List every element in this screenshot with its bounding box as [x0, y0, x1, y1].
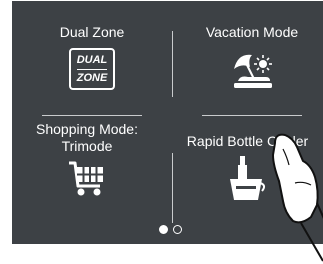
horizontal-divider	[202, 115, 302, 116]
shopping-cart-icon	[69, 161, 103, 196]
page-dot-1[interactable]	[159, 225, 168, 234]
vacation-mode-label: Vacation Mode	[205, 24, 299, 40]
page-dot-2[interactable]	[173, 225, 182, 234]
vertical-divider	[172, 31, 173, 97]
page-indicator	[159, 225, 182, 234]
bottle-ice-bucket-icon	[230, 156, 266, 200]
shopping-mode-tile[interactable]: Shopping Mode: Trimode	[12, 121, 162, 200]
dual-zone-icon-text-top: DUAL	[76, 53, 108, 66]
dual-zone-icon: DUAL ZONE	[69, 48, 115, 90]
shopping-mode-label-line1: Shopping Mode:	[36, 121, 138, 137]
rapid-bottle-cooler-label: Rapid Bottle Cooler	[186, 133, 309, 149]
dual-zone-icon-text-bottom: ZONE	[76, 71, 108, 84]
dual-zone-icon-rule	[77, 68, 107, 70]
vacation-mode-tile[interactable]: Vacation Mode	[177, 24, 323, 91]
shopping-mode-label-line2: Trimode	[61, 138, 113, 154]
dual-zone-label: Dual Zone	[59, 24, 125, 40]
rapid-bottle-cooler-tile[interactable]: Rapid Bottle Cooler	[172, 133, 323, 204]
dual-zone-tile[interactable]: Dual Zone DUAL ZONE	[17, 24, 167, 90]
beach-umbrella-sun-icon	[234, 54, 272, 88]
horizontal-divider	[42, 115, 142, 116]
mode-menu-screen: Dual Zone DUAL ZONE Vacation Mode Shoppi…	[12, 1, 323, 244]
